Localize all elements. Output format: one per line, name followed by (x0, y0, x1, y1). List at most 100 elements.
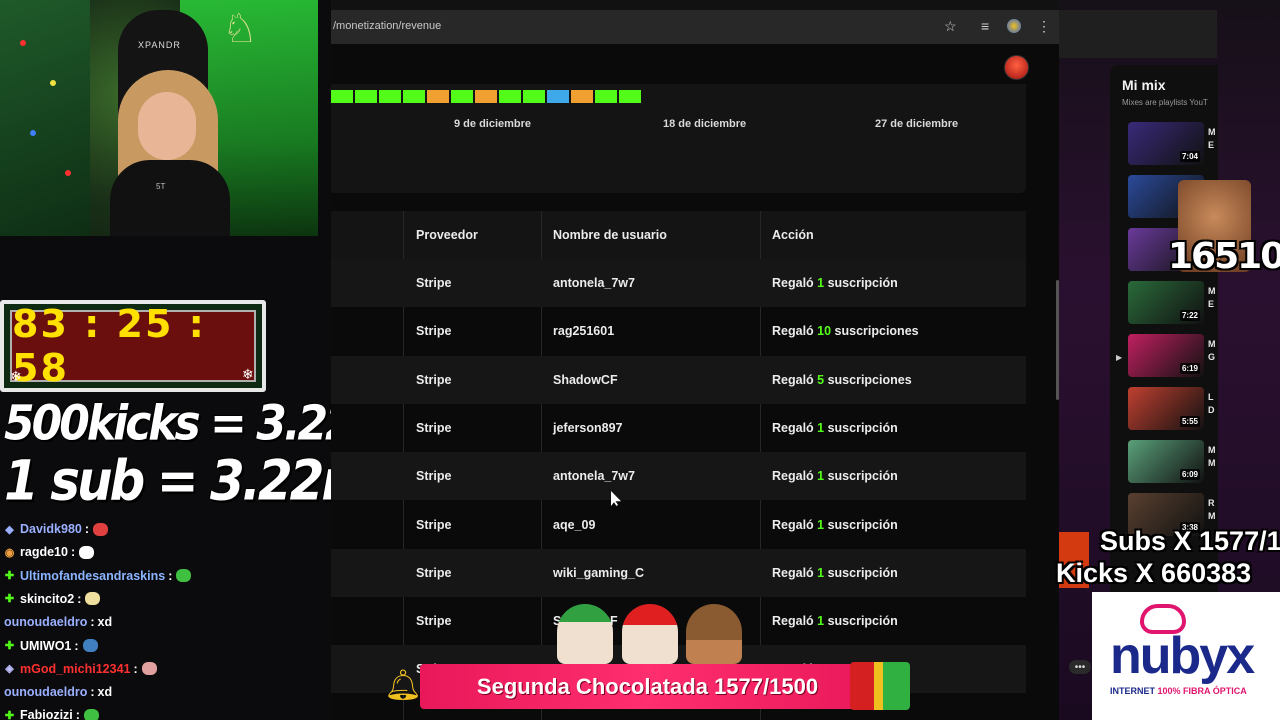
revenue-bar[interactable] (403, 90, 425, 103)
chat-badge-icon: ◈ (5, 663, 14, 676)
table-row[interactable]: Stripe jeferson897 Regaló 1 suscripción (331, 404, 1026, 452)
revenue-bar[interactable] (523, 90, 545, 103)
more-icon[interactable]: ••• (1069, 660, 1091, 674)
table-row[interactable]: Stripe aqe_09 Regaló 1 suscripción (331, 501, 1026, 549)
christmas-tree (0, 0, 90, 236)
table-row[interactable]: StripeShadowCFRegaló 1 suscripción (331, 597, 1026, 645)
header-username[interactable]: Nombre de usuario (553, 228, 667, 242)
star-icon[interactable]: ☆ (944, 18, 957, 34)
chat-message: ✚ Ultimofandesandraskins: (4, 565, 192, 587)
date-label: 27 de diciembre (875, 118, 959, 130)
video-duration: 7:22 (1179, 310, 1200, 321)
cell-username[interactable]: antonela_7w7 (553, 469, 635, 483)
chat-badge-icon: ◉ (4, 546, 15, 559)
table-row[interactable]: Stripe antonela_7w7 Regaló 1 suscripción (331, 259, 1026, 307)
right-toolbar (1059, 10, 1217, 58)
chat-username[interactable]: skincito2 (20, 592, 74, 606)
header-action[interactable]: Acción (772, 228, 814, 242)
gift-icon (850, 662, 910, 710)
chat-username[interactable]: ounoudaeldro (4, 615, 87, 629)
video-title-fragment[interactable]: M E (1208, 285, 1216, 311)
action-noun: suscripción (824, 565, 898, 580)
chat-message: ounoudaeldro: xd (4, 611, 112, 633)
chat-separator: : (90, 685, 95, 700)
chat-username[interactable]: ragde10 (20, 545, 68, 559)
profile-icon[interactable] (1007, 19, 1021, 33)
mix-video-thumbnail[interactable]: 6:19 (1128, 334, 1204, 377)
emote-icon (83, 708, 99, 720)
revenue-bar[interactable] (355, 90, 377, 103)
kebab-menu-icon[interactable]: ⋮ (1037, 18, 1051, 34)
date-label: 18 de diciembre (663, 118, 747, 130)
cell-username[interactable]: rag251601 (553, 324, 614, 338)
revenue-bar[interactable] (331, 90, 353, 103)
video-title-fragment[interactable]: R M (1208, 497, 1216, 523)
chat-feed: ◆ Davidk980: ◉ ragde10: ✚ Ultimofandesandrask… (0, 520, 300, 720)
action-verb: Regaló (772, 517, 818, 532)
chat-username[interactable]: mGod_michi12341 (20, 662, 130, 676)
user-avatar[interactable] (1004, 55, 1029, 80)
emote-icon (82, 639, 98, 652)
cell-action: Regaló 1 suscripción (772, 614, 898, 628)
sponsor-logo: nubyx INTERNET 100% FIBRA ÓPTICA (1092, 592, 1280, 720)
chat-username[interactable]: UMIWO1 (20, 639, 71, 653)
cell-username[interactable]: wiki_gaming_C (553, 566, 644, 580)
revenue-bars (331, 90, 643, 103)
cell-username[interactable]: antonela_7w7 (553, 276, 635, 290)
mix-video-thumbnail[interactable]: 7:04 (1128, 122, 1204, 165)
revenue-bar[interactable] (451, 90, 473, 103)
chat-message: ounoudaeldro: xd (4, 681, 112, 703)
cell-provider: Stripe (416, 372, 452, 387)
chat-username[interactable]: Ultimofandesandraskins (20, 569, 165, 583)
header-provider[interactable]: Proveedor (416, 228, 478, 242)
table-row[interactable]: Stripe antonela_7w7 Regaló 1 suscripción (331, 452, 1026, 501)
revenue-bar[interactable] (475, 90, 497, 103)
mix-video-thumbnail[interactable]: 7:22 (1128, 281, 1204, 324)
revenue-bar[interactable] (547, 90, 569, 103)
revenue-bar[interactable] (619, 90, 641, 103)
revenue-bar[interactable] (499, 90, 521, 103)
address-bar[interactable]: /monetization/revenue ☆ ≡ ⋮ (331, 10, 1059, 44)
cell-username[interactable]: aqe_09 (553, 518, 595, 532)
chat-username[interactable]: Davidk980 (20, 522, 82, 536)
revenue-bar[interactable] (379, 90, 401, 103)
bell-icon: 🔔︎ (384, 669, 423, 702)
chat-username[interactable]: ounoudaeldro (4, 685, 87, 699)
cell-username[interactable]: ShadowCF (553, 373, 618, 387)
video-title-fragment[interactable]: M E (1208, 126, 1216, 152)
video-title-fragment[interactable]: M G (1208, 338, 1216, 364)
video-duration: 5:55 (1179, 416, 1200, 427)
action-verb: Regaló (772, 372, 818, 387)
cell-action: Regaló 10 suscripciones (772, 324, 919, 338)
action-verb: Regaló (772, 614, 818, 629)
mix-subtitle: Mixes are playlists YouT (1122, 98, 1208, 107)
santa-decor (622, 604, 678, 664)
revenue-bar[interactable] (427, 90, 449, 103)
reindeer-decor (686, 604, 742, 664)
mix-video-thumbnail[interactable]: 5:55 (1128, 387, 1204, 430)
chat-message: ✚ skincito2: (4, 588, 101, 610)
table-row[interactable]: Stripe rag251601 Regaló 10 suscripciones (331, 307, 1026, 355)
revenue-bar[interactable] (595, 90, 617, 103)
sponsor-tag-highlight: 100% FIBRA ÓPTICA (1157, 686, 1247, 696)
media-controls-icon[interactable]: ≡ (981, 18, 989, 34)
action-verb: Regaló (772, 469, 818, 484)
mix-video-thumbnail[interactable]: 6:09 (1128, 440, 1204, 483)
video-title-fragment[interactable]: L D (1208, 391, 1215, 417)
snowflake-icon: ❄ (242, 366, 254, 382)
chat-text: xd (97, 615, 113, 630)
cell-username[interactable]: jeferson897 (553, 421, 622, 435)
timer-value: 83 : 25 : 58 (12, 302, 206, 390)
emote-icon (176, 569, 192, 583)
action-noun: suscripciones (831, 324, 919, 339)
revenue-bar[interactable] (571, 90, 593, 103)
chat-username[interactable]: Fabiozizi (20, 708, 73, 720)
table-row[interactable]: Stripe wiki_gaming_C Regaló 1 suscripción (331, 548, 1026, 597)
url-text[interactable]: /monetization/revenue (333, 20, 441, 32)
table-row[interactable]: Stripe ShadowCF Regaló 5 suscripciones (331, 355, 1026, 404)
action-noun: suscripción (824, 420, 898, 435)
tree-light (50, 80, 56, 86)
emote-icon (141, 662, 157, 676)
chat-separator: : (133, 661, 138, 676)
video-title-fragment[interactable]: M M (1208, 444, 1216, 470)
